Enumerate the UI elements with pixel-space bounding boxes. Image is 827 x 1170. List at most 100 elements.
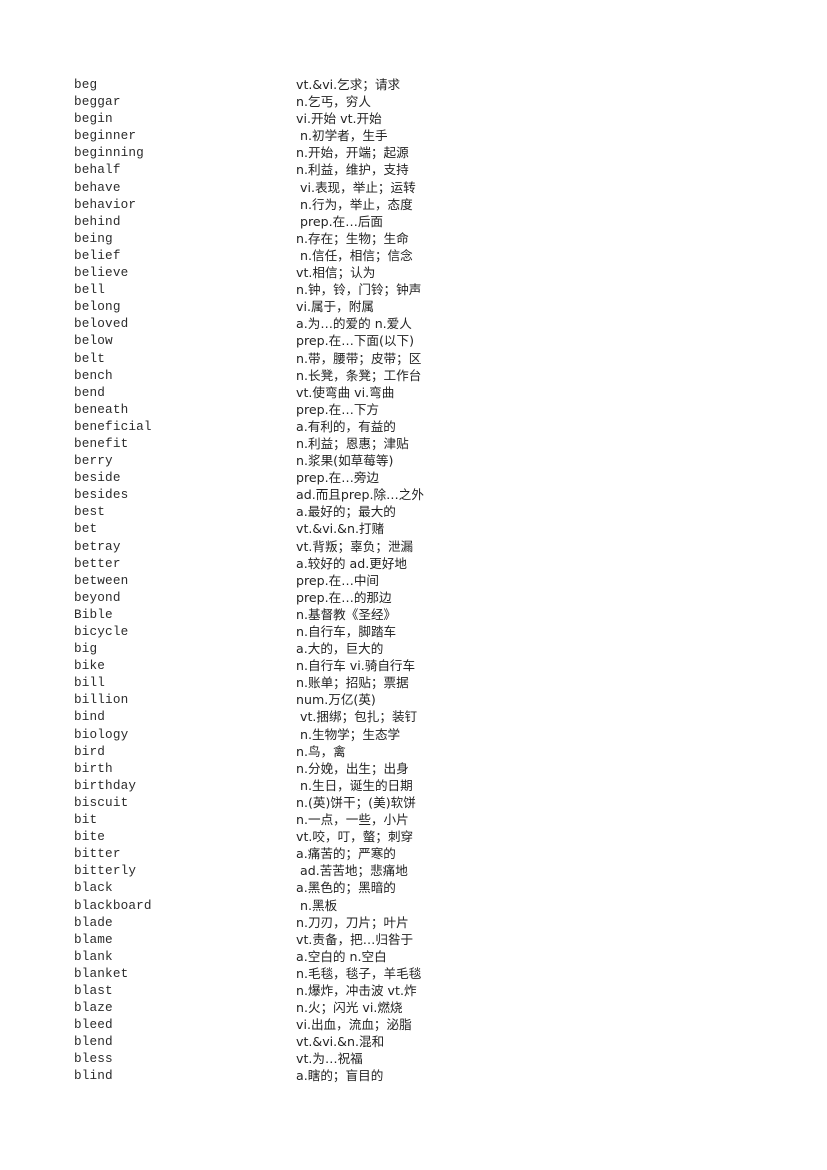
- entry-definition: num.万亿(英): [296, 692, 376, 708]
- entry-term: bless: [74, 1051, 113, 1067]
- vocabulary-list: beg vt.&vi.乞求；请求 beggar n.乞丐，穷人 begin vi.开始 v…: [74, 76, 774, 1085]
- entry-definition: a.较好的 ad.更好地: [296, 555, 408, 571]
- vocabulary-entry-row: blame vt.责备，把…归咎于: [74, 931, 774, 948]
- vocabulary-entry-row: Bible n.基督教《圣经》: [74, 606, 774, 623]
- entry-term: best: [74, 504, 106, 520]
- entry-term: bill: [74, 675, 106, 691]
- entry-term: big: [74, 641, 98, 657]
- entry-definition: n.火；闪光 vi.燃烧: [296, 1000, 403, 1016]
- entry-definition: a.瞎的；盲目的: [296, 1068, 384, 1084]
- vocabulary-entry-row: blaze n.火；闪光 vi.燃烧: [74, 999, 774, 1016]
- entry-definition: prep.在…后面: [296, 213, 384, 229]
- vocabulary-entry-row: blanket n.毛毯，毯子，羊毛毯: [74, 965, 774, 982]
- vocabulary-entry-row: bitterly ad.苦苦地；悲痛地: [74, 862, 774, 879]
- entry-term: believe: [74, 265, 129, 281]
- vocabulary-entry-row: behalf n.利益，维护，支持: [74, 161, 774, 178]
- entry-term: behalf: [74, 162, 121, 178]
- entry-term: biscuit: [74, 794, 129, 810]
- entry-definition: ad.而且prep.除…之外: [296, 487, 424, 503]
- vocabulary-entry-row: belong vi.属于，附属: [74, 298, 774, 315]
- entry-definition: n.自行车 vi.骑自行车: [296, 658, 416, 674]
- vocabulary-entry-row: behave vi.表现，举止；运转: [74, 179, 774, 196]
- entry-term: beyond: [74, 589, 121, 605]
- vocabulary-entry-row: beloved a.为…的爱的 n.爱人: [74, 315, 774, 332]
- entry-definition: vi.出血，流血；泌脂: [296, 1017, 412, 1033]
- entry-definition: n.乞丐，穷人: [296, 94, 371, 110]
- entry-definition: vi.开始 vt.开始: [296, 111, 382, 127]
- vocabulary-entry-row: blind a.瞎的；盲目的: [74, 1067, 774, 1084]
- vocabulary-entry-row: betray vt.背叛；辜负；泄漏: [74, 538, 774, 555]
- entry-definition: a.大的，巨大的: [296, 641, 384, 657]
- entry-term: biology: [74, 726, 129, 742]
- entry-term: besides: [74, 487, 129, 503]
- entry-definition: n.行为，举止，态度: [296, 196, 413, 212]
- entry-definition: a.有利的，有益的: [296, 418, 396, 434]
- entry-term: blank: [74, 948, 113, 964]
- vocabulary-entry-row: bet vt.&vi.&n.打赌: [74, 520, 774, 537]
- entry-definition: prep.在…中间: [296, 572, 380, 588]
- entry-term: black: [74, 880, 113, 896]
- entry-definition: prep.在…旁边: [296, 470, 380, 486]
- vocabulary-entry-row: behavior n.行为，举止，态度: [74, 196, 774, 213]
- entry-definition: vt.为…祝福: [296, 1051, 363, 1067]
- vocabulary-entry-row: bite vt.咬，叮，螫；刺穿: [74, 828, 774, 845]
- vocabulary-entry-row: bench n.长凳，条凳；工作台: [74, 367, 774, 384]
- entry-definition: n.爆炸，冲击波 vt.炸: [296, 982, 417, 998]
- entry-term: bind: [74, 709, 106, 725]
- entry-definition: vt.使弯曲 vi.弯曲: [296, 384, 395, 400]
- entry-definition: vt.&vi.&n.打赌: [296, 521, 385, 537]
- entry-term: billion: [74, 692, 129, 708]
- entry-term: bend: [74, 384, 106, 400]
- entry-definition: n.自行车，脚踏车: [296, 624, 397, 639]
- vocabulary-entry-row: behind prep.在…后面: [74, 213, 774, 230]
- vocabulary-entry-row: belt n.带，腰带；皮带；区: [74, 350, 774, 367]
- entry-term: belong: [74, 299, 121, 315]
- entry-definition: vi.属于，附属: [296, 299, 374, 315]
- entry-definition: n.鸟，禽: [296, 743, 346, 759]
- entry-term: blend: [74, 1034, 113, 1050]
- entry-term: blind: [74, 1068, 113, 1084]
- vocabulary-entry-row: bless vt.为…祝福: [74, 1050, 774, 1067]
- entry-term: beside: [74, 470, 121, 486]
- vocabulary-entry-row: berry n.浆果(如草莓等): [74, 452, 774, 469]
- vocabulary-entry-row: big a.大的，巨大的: [74, 640, 774, 657]
- vocabulary-entry-row: bind vt.捆绑；包扎；装钉: [74, 708, 774, 725]
- entry-definition: n.黑板: [296, 897, 338, 913]
- entry-term: blast: [74, 982, 113, 998]
- vocabulary-entry-row: blank a.空白的 n.空白: [74, 948, 774, 965]
- vocabulary-entry-row: bleed vi.出血，流血；泌脂: [74, 1016, 774, 1033]
- entry-definition: prep.在…下面(以下): [296, 333, 415, 349]
- entry-definition: n.利益，维护，支持: [296, 162, 409, 178]
- vocabulary-entry-row: beggar n.乞丐，穷人: [74, 93, 774, 110]
- entry-definition: n.账单；招贴；票据: [296, 675, 409, 691]
- entry-definition: n.浆果(如草莓等): [296, 453, 394, 469]
- entry-term: beneath: [74, 401, 129, 417]
- vocabulary-entry-row: bit n.一点，一些，小片: [74, 811, 774, 828]
- vocabulary-entry-row: beneficial a.有利的，有益的: [74, 418, 774, 435]
- entry-term: bike: [74, 658, 106, 674]
- entry-definition: prep.在…的那边: [296, 589, 392, 605]
- entry-definition: a.最好的；最大的: [296, 504, 396, 520]
- entry-definition: n.生日，诞生的日期: [296, 777, 413, 793]
- entry-definition: vt.相信；认为: [296, 265, 376, 281]
- entry-definition: n.存在；生物；生命: [296, 230, 409, 246]
- vocabulary-entry-row: beginner n.初学者，生手: [74, 127, 774, 144]
- entry-definition: a.为…的爱的 n.爱人: [296, 316, 412, 332]
- entry-definition: n.分娩，出生；出身: [296, 760, 409, 776]
- entry-term: bet: [74, 521, 98, 537]
- entry-term: bitter: [74, 846, 121, 862]
- entry-term: beloved: [74, 316, 129, 332]
- entry-term: bicycle: [74, 624, 129, 639]
- entry-definition: vt.&vi.&n.混和: [296, 1034, 385, 1050]
- entry-term: bit: [74, 812, 98, 828]
- entry-term: behavior: [74, 196, 137, 212]
- entry-term: being: [74, 230, 113, 246]
- entry-definition: n.生物学；生态学: [296, 726, 401, 742]
- entry-definition: n.初学者，生手: [296, 128, 388, 144]
- entry-definition: n.钟，铃，门铃；钟声: [296, 282, 422, 298]
- entry-term: begin: [74, 111, 113, 127]
- vocabulary-entry-row: bike n.自行车 vi.骑自行车: [74, 657, 774, 674]
- entry-term: better: [74, 555, 121, 571]
- entry-term: bell: [74, 282, 106, 298]
- entry-definition: vt.责备，把…归咎于: [296, 931, 414, 947]
